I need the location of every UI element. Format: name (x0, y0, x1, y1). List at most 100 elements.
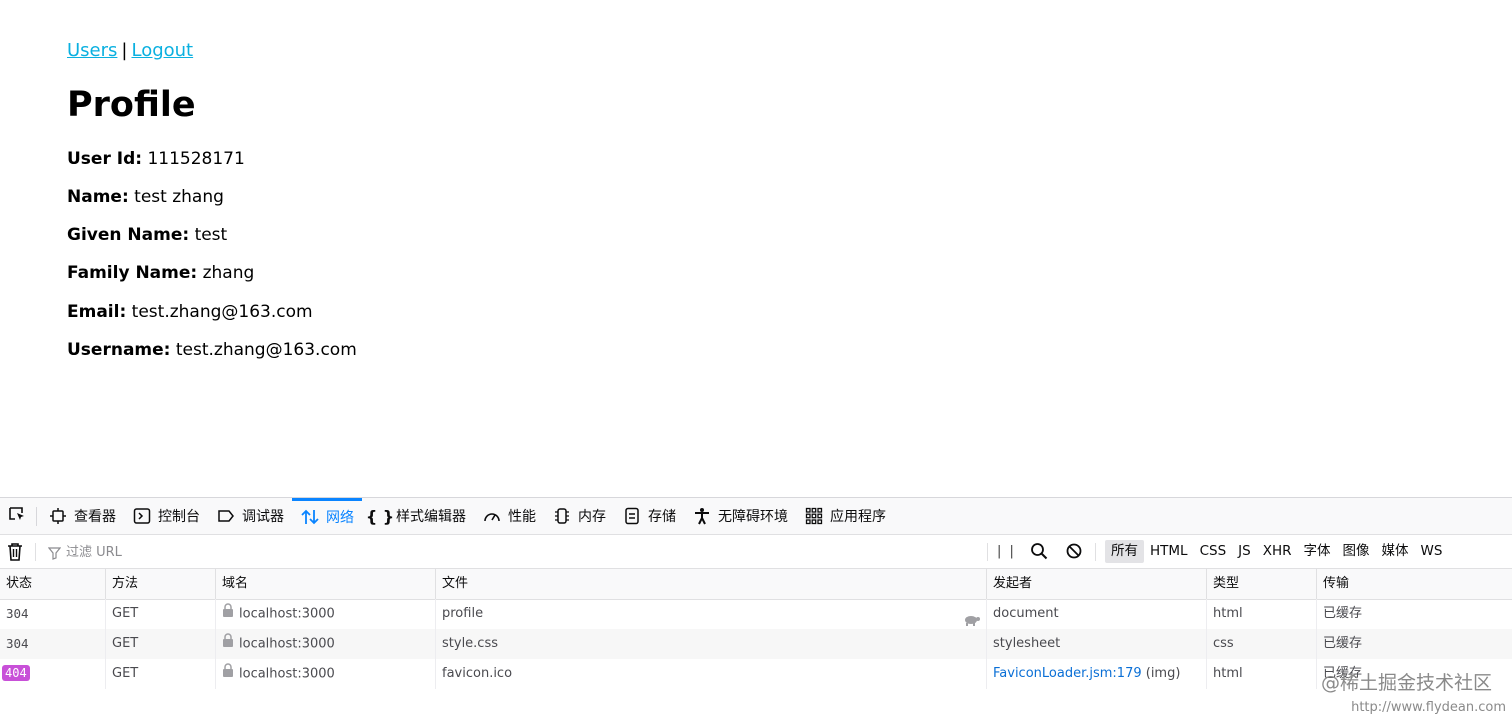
tab-label: 无障碍环境 (718, 509, 788, 525)
field-label: Email: (67, 302, 127, 322)
column-header-transfer[interactable]: 传输 (1317, 569, 1512, 599)
tab-memory[interactable]: 内存 (544, 498, 614, 534)
initiator-extra: (img) (1145, 666, 1181, 681)
filter-divider (35, 543, 36, 561)
initiator-cell: stylesheet (987, 629, 1207, 659)
column-header-initiator[interactable]: 发起者 (987, 569, 1207, 599)
file-cell: style.css (436, 629, 987, 659)
field-value: test (194, 225, 228, 245)
domain-cell: localhost:3000 (216, 629, 436, 659)
type-filter-fonts[interactable]: 字体 (1298, 540, 1337, 563)
tab-label: 性能 (508, 509, 536, 525)
element-picker-button[interactable] (0, 498, 34, 534)
watermark-url: http://www.flydean.com (1351, 700, 1506, 715)
filter-url-input[interactable] (46, 540, 998, 564)
lock-icon (222, 659, 234, 689)
element-picker-icon (7, 504, 27, 528)
field-username: Username: test.zhang@163.com (67, 340, 357, 360)
devtools-toolbar: 查看器 控制台 调试器 网络 { } 样式编辑器 性能 内存 存储 无障碍环境 … (0, 498, 1512, 535)
field-family-name: Family Name: zhang (67, 263, 254, 283)
application-icon (804, 506, 824, 526)
domain-text: localhost:3000 (239, 606, 335, 622)
accessibility-icon (692, 506, 712, 526)
field-value: test.zhang@163.com (175, 340, 357, 360)
field-value: test zhang (134, 187, 224, 207)
toolbar-divider (36, 507, 37, 526)
tab-inspector[interactable]: 查看器 (40, 498, 124, 534)
method-cell: GET (106, 629, 216, 659)
top-nav: Users | Logout (67, 40, 193, 61)
domain-cell: localhost:3000 (216, 659, 436, 689)
transfer-cell: 已缓存 (1323, 606, 1363, 621)
table-row[interactable]: 304 GET localhost:3000 profile document … (0, 599, 1512, 629)
tab-debugger[interactable]: 调试器 (208, 498, 292, 534)
tab-style-editor[interactable]: { } 样式编辑器 (362, 498, 474, 534)
file-text: profile (442, 606, 484, 621)
field-email: Email: test.zhang@163.com (67, 302, 313, 322)
status-error-badge: 404 (2, 665, 30, 681)
lock-icon (222, 599, 234, 629)
column-header-status[interactable]: 状态 (0, 569, 106, 599)
devtools-tabs: 查看器 控制台 调试器 网络 { } 样式编辑器 性能 内存 存储 无障碍环境 … (40, 498, 894, 534)
type-cell: css (1207, 629, 1317, 659)
initiator-link[interactable]: FaviconLoader.jsm:179 (993, 666, 1142, 681)
domain-text: localhost:3000 (239, 636, 335, 652)
column-header-domain[interactable]: 域名 (216, 569, 436, 599)
status-cell: 404 (0, 659, 106, 689)
style-editor-icon: { } (365, 506, 395, 526)
type-filter-images[interactable]: 图像 (1337, 540, 1376, 563)
network-filter-bar: | | 所有 HTML CSS JS XHR 字体 图像 媒体 WS (0, 535, 1512, 569)
block-icon[interactable] (1065, 542, 1083, 564)
tab-application[interactable]: 应用程序 (796, 498, 894, 534)
column-header-type[interactable]: 类型 (1207, 569, 1317, 599)
filter-divider (987, 543, 988, 561)
field-value: test.zhang@163.com (131, 302, 313, 322)
tab-storage[interactable]: 存储 (614, 498, 684, 534)
trash-icon[interactable] (6, 542, 26, 562)
pause-button[interactable]: | | (997, 544, 1016, 559)
type-filter-js[interactable]: JS (1232, 540, 1257, 563)
type-filter-css[interactable]: CSS (1194, 540, 1233, 563)
tab-accessibility[interactable]: 无障碍环境 (684, 498, 796, 534)
search-icon[interactable] (1030, 542, 1048, 564)
table-row[interactable]: 304 GET localhost:3000 style.css stylesh… (0, 629, 1512, 659)
storage-icon (622, 506, 642, 526)
logout-link[interactable]: Logout (131, 40, 193, 61)
tab-label: 存储 (648, 509, 676, 525)
field-label: Username: (67, 340, 171, 360)
field-name: Name: test zhang (67, 187, 224, 207)
table-row[interactable]: 404 GET localhost:3000 favicon.ico Favic… (0, 659, 1512, 689)
tab-label: 应用程序 (830, 509, 886, 525)
type-filter-all[interactable]: 所有 (1105, 540, 1144, 563)
tab-label: 调试器 (242, 509, 284, 525)
type-cell: html (1207, 599, 1317, 629)
field-value: zhang (202, 263, 255, 283)
type-filter-media[interactable]: 媒体 (1376, 540, 1415, 563)
field-user-id: User Id: 111528171 (67, 149, 245, 169)
tab-label: 网络 (326, 509, 354, 526)
tab-label: 控制台 (158, 509, 200, 525)
tab-network[interactable]: 网络 (292, 498, 362, 534)
type-filter-html[interactable]: HTML (1144, 540, 1194, 563)
tab-label: 内存 (578, 509, 606, 525)
status-code: 304 (6, 606, 29, 621)
tab-performance[interactable]: 性能 (474, 498, 544, 534)
tab-console[interactable]: 控制台 (124, 498, 208, 534)
method-cell: GET (106, 659, 216, 689)
type-filter-ws[interactable]: WS (1415, 540, 1449, 563)
type-filter-buttons: 所有 HTML CSS JS XHR 字体 图像 媒体 WS (1105, 540, 1448, 563)
method-cell: GET (106, 599, 216, 629)
console-icon (132, 506, 152, 526)
nav-separator: | (121, 40, 128, 61)
users-link[interactable]: Users (67, 40, 117, 61)
field-label: Name: (67, 187, 129, 207)
status-cell: 304 (0, 629, 106, 659)
performance-icon (482, 506, 502, 526)
type-filter-xhr[interactable]: XHR (1257, 540, 1298, 563)
column-header-method[interactable]: 方法 (106, 569, 216, 599)
memory-icon (552, 506, 572, 526)
domain-text: localhost:3000 (239, 666, 335, 682)
field-label: User Id: (67, 149, 143, 169)
field-label: Given Name: (67, 225, 190, 245)
column-header-file[interactable]: 文件 (436, 569, 987, 599)
